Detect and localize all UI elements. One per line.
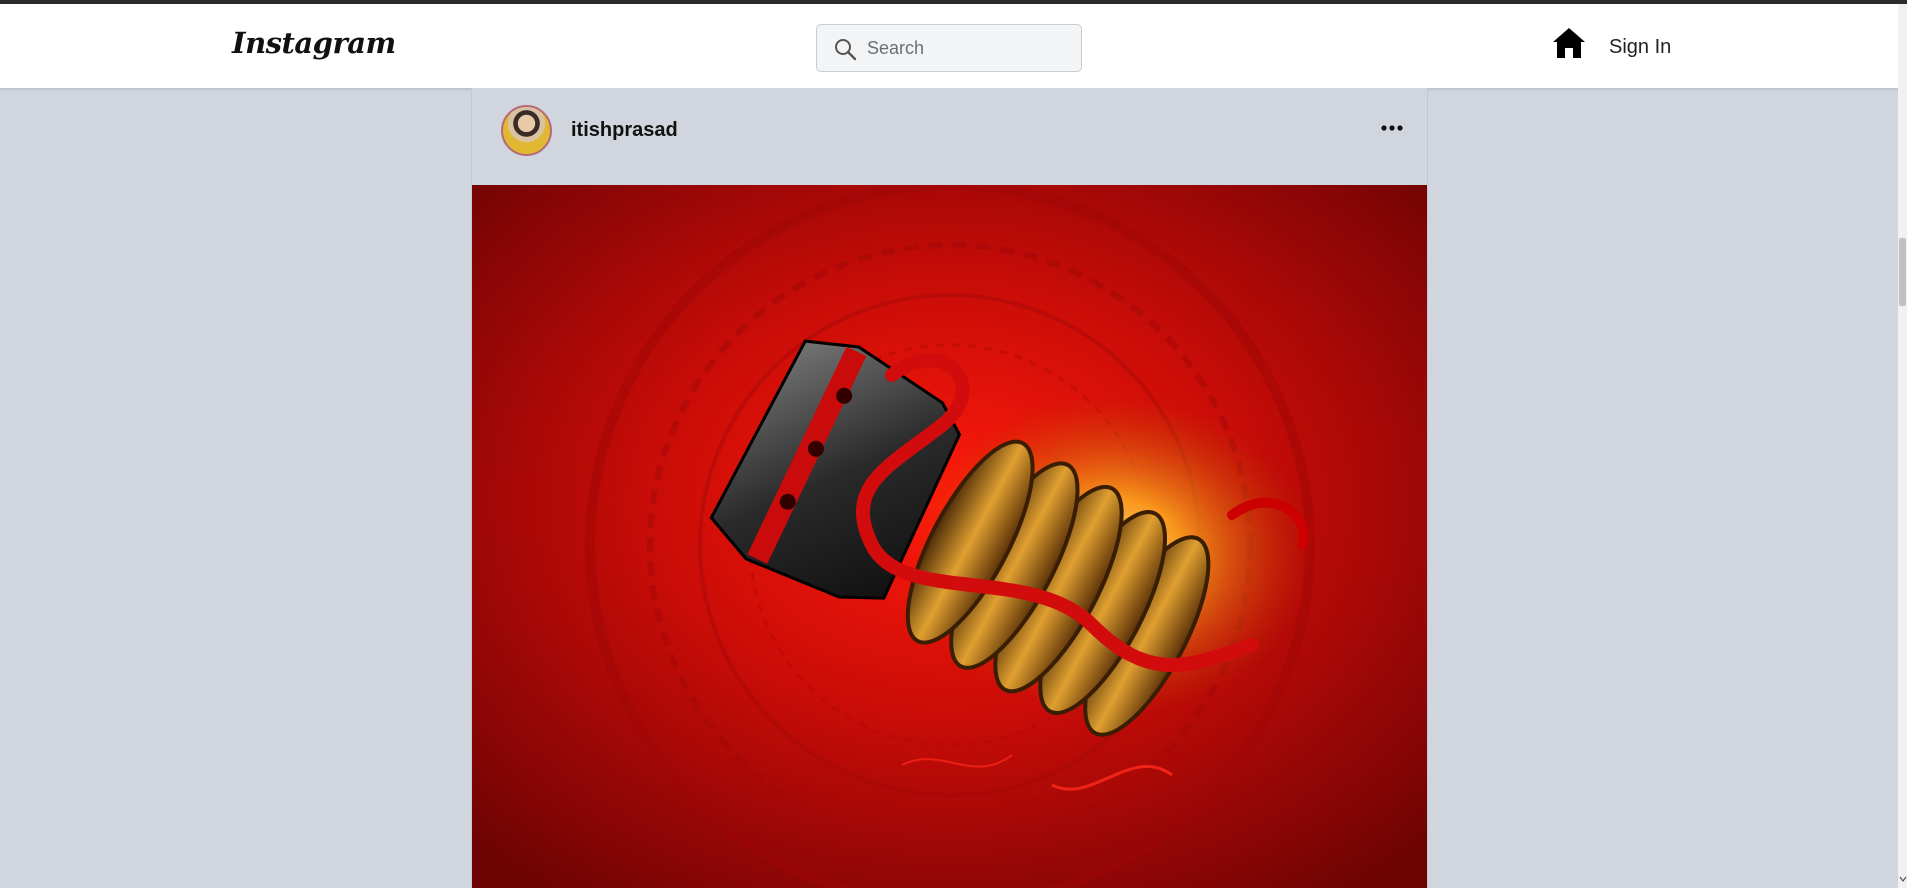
navbar: Instagram Sign In bbox=[0, 4, 1898, 88]
instagram-logo[interactable]: Instagram bbox=[232, 26, 396, 60]
scrollbar-thumb[interactable] bbox=[1899, 238, 1906, 306]
sign-in-link[interactable]: Sign In bbox=[1609, 36, 1671, 59]
avatar[interactable] bbox=[501, 105, 552, 156]
search-icon bbox=[835, 39, 857, 61]
post-username[interactable]: itishprasad bbox=[571, 119, 678, 142]
post-image[interactable] bbox=[472, 185, 1427, 888]
post-header: itishprasad bbox=[472, 88, 1427, 185]
scrollbar[interactable] bbox=[1898, 4, 1907, 888]
post-artwork bbox=[472, 185, 1427, 888]
home-icon[interactable] bbox=[1552, 26, 1586, 60]
search-input[interactable] bbox=[867, 33, 1067, 63]
more-options-icon[interactable] bbox=[1378, 118, 1406, 138]
scroll-down-arrow-icon[interactable] bbox=[1899, 874, 1907, 884]
search-box[interactable] bbox=[816, 24, 1082, 72]
post-card: itishprasad bbox=[471, 88, 1428, 888]
